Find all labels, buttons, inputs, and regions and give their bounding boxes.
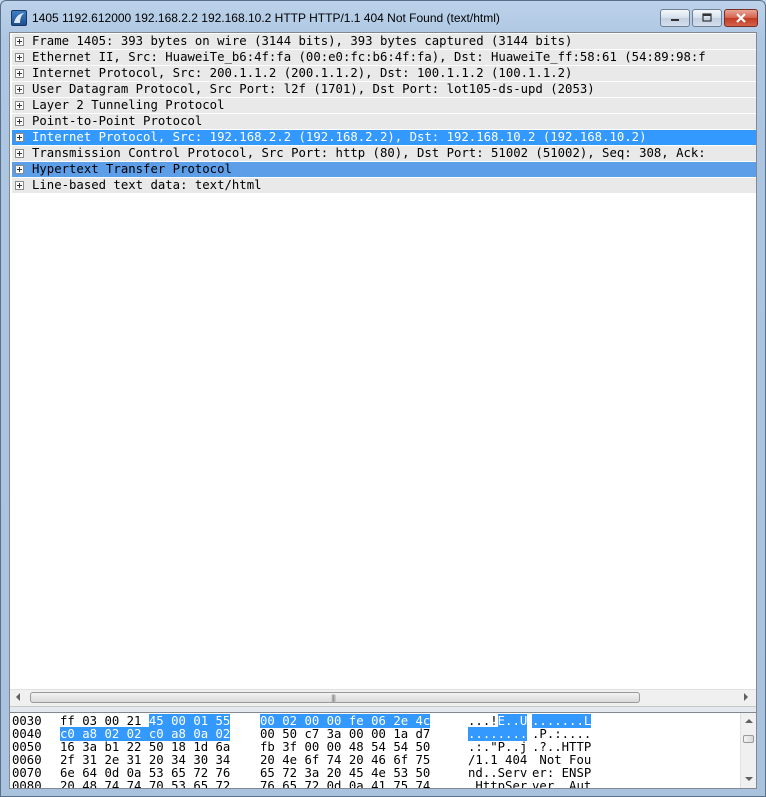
tree-row[interactable]: Transmission Control Protocol, Src Port:… — [12, 146, 756, 161]
expand-plus-icon[interactable] — [15, 133, 24, 142]
packet-bytes-pane[interactable]: 0030 ff 03 00 21 45 00 01 55 00 02 00 00 f… — [10, 713, 740, 788]
tree-row-label: Line-based text data: text/html — [32, 178, 262, 192]
minimize-button[interactable] — [660, 9, 690, 27]
tree-row-label: Layer 2 Tunneling Protocol — [32, 98, 225, 112]
tree-row-label: Frame 1405: 393 bytes on wire (3144 bits… — [32, 34, 573, 48]
close-icon — [736, 13, 746, 23]
tree-row-label: Ethernet II, Src: HuaweiTe_b6:4f:fa (00:… — [32, 50, 706, 64]
scroll-down-arrow-icon[interactable] — [745, 777, 753, 781]
client-area: Frame 1405: 393 bytes on wire (3144 bits… — [9, 32, 757, 789]
tree-row-label: Internet Protocol, Src: 200.1.1.2 (200.1… — [32, 66, 573, 80]
maximize-button[interactable] — [692, 9, 722, 27]
expand-plus-icon[interactable] — [15, 101, 24, 110]
expand-plus-icon[interactable] — [15, 69, 24, 78]
expand-plus-icon[interactable] — [15, 117, 24, 126]
expand-plus-icon[interactable] — [15, 181, 24, 190]
tree-row-label: User Datagram Protocol, Src Port: l2f (1… — [32, 82, 595, 96]
scroll-right-arrow-icon[interactable] — [744, 693, 748, 701]
horizontal-scrollbar[interactable]: ||| — [10, 689, 756, 706]
tree-row-label: Internet Protocol, Src: 192.168.2.2 (192… — [32, 130, 647, 144]
tree-row[interactable]: Line-based text data: text/html — [12, 178, 756, 193]
tree-row[interactable]: Point-to-Point Protocol — [12, 114, 756, 129]
close-button[interactable] — [724, 9, 758, 27]
expand-plus-icon[interactable] — [15, 149, 24, 158]
scroll-up-arrow-icon[interactable] — [745, 719, 753, 723]
hex-ascii: HttpSer — [475, 779, 528, 789]
packet-details-window: 1405 1192.612000 192.168.2.2 192.168.10.… — [0, 0, 766, 797]
packet-details-tree[interactable]: Frame 1405: 393 bytes on wire (3144 bits… — [10, 33, 756, 689]
grip-icon: ||| — [331, 694, 336, 702]
hex-bytes: 20 48 74 74 70 53 65 72 — [60, 779, 231, 789]
expand-plus-icon[interactable] — [15, 165, 24, 174]
tree-row-label: Point-to-Point Protocol — [32, 114, 203, 128]
minimize-icon — [671, 19, 679, 21]
tree-row-label: Transmission Control Protocol, Src Port:… — [32, 146, 706, 160]
pane-splitter[interactable] — [10, 706, 756, 713]
tree-row[interactable]: Internet Protocol, Src: 200.1.1.2 (200.1… — [12, 66, 756, 81]
horizontal-scroll-thumb[interactable]: ||| — [30, 692, 640, 703]
hex-offset: 0080 — [12, 779, 42, 789]
vertical-scroll-thumb[interactable] — [743, 735, 754, 743]
tree-row[interactable]: Frame 1405: 393 bytes on wire (3144 bits… — [12, 34, 756, 49]
maximize-icon — [702, 13, 712, 22]
title-bar[interactable]: 1405 1192.612000 192.168.2.2 192.168.10.… — [1, 1, 765, 33]
expand-plus-icon[interactable] — [15, 85, 24, 94]
tree-row[interactable]: User Datagram Protocol, Src Port: l2f (1… — [12, 82, 756, 97]
scroll-left-arrow-icon[interactable] — [16, 693, 20, 701]
tree-row[interactable]: Ethernet II, Src: HuaweiTe_b6:4f:fa (00:… — [12, 50, 756, 65]
expand-plus-icon[interactable] — [15, 37, 24, 46]
window-title: 1405 1192.612000 192.168.2.2 192.168.10.… — [32, 11, 500, 25]
hex-bytes: 76 65 72 0d 0a 41 75 74 — [260, 779, 431, 789]
tree-row[interactable]: Layer 2 Tunneling Protocol — [12, 98, 756, 113]
wireshark-fin-icon — [11, 10, 27, 26]
expand-plus-icon[interactable] — [15, 53, 24, 62]
hex-ascii: ver..Aut — [532, 779, 592, 789]
vertical-scrollbar[interactable] — [740, 713, 756, 788]
tree-row[interactable]: Internet Protocol, Src: 192.168.2.2 (192… — [12, 130, 756, 145]
tree-row[interactable]: Hypertext Transfer Protocol — [12, 162, 756, 177]
tree-row-label: Hypertext Transfer Protocol — [32, 162, 232, 176]
